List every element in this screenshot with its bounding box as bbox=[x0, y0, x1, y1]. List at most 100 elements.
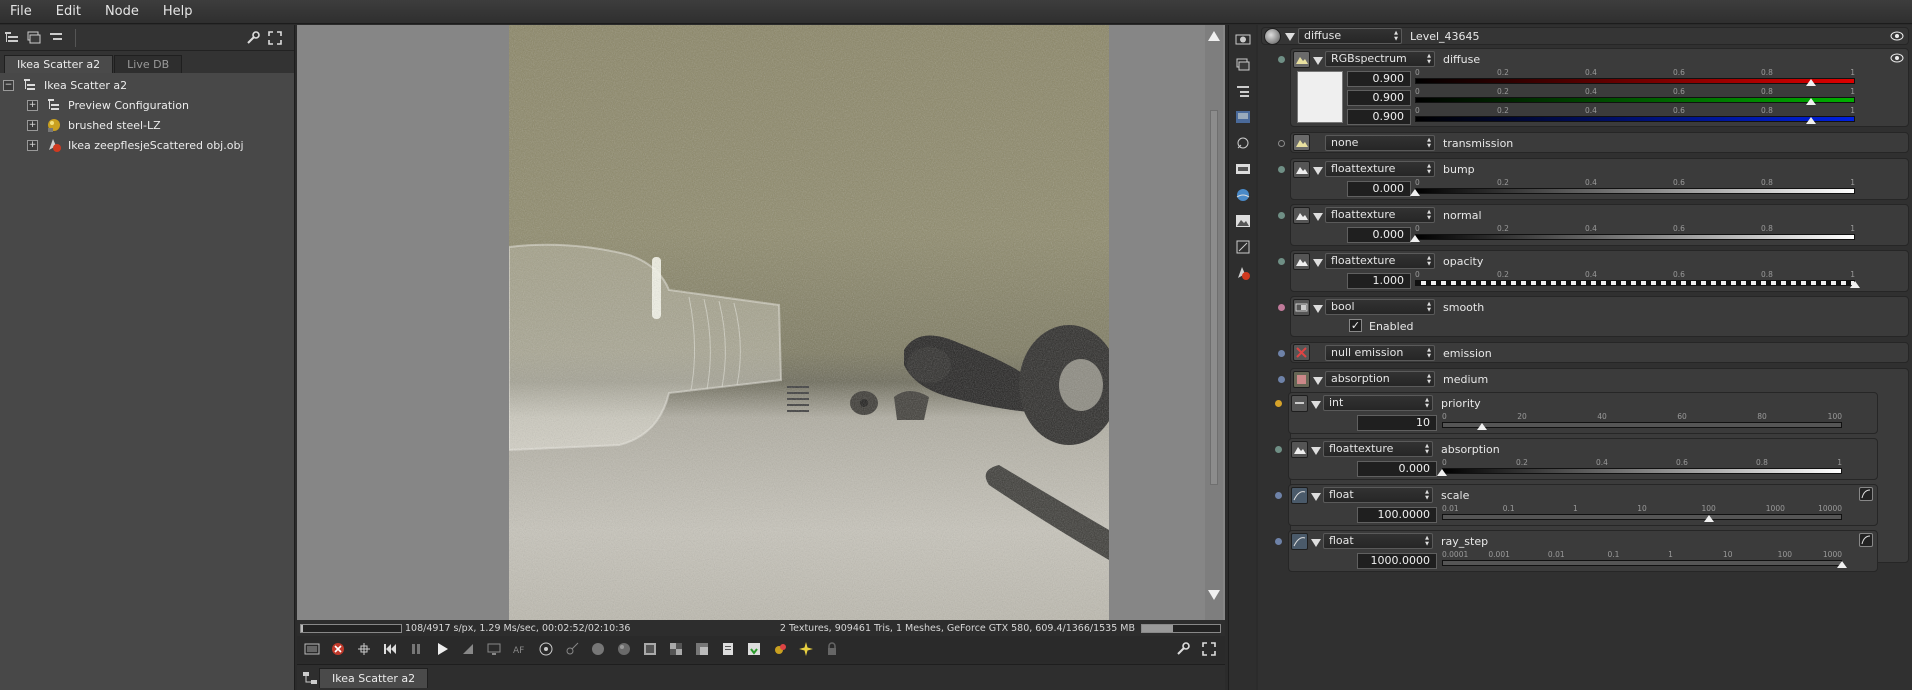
list-icon[interactable] bbox=[1234, 82, 1252, 100]
slider-handle[interactable] bbox=[1850, 281, 1860, 288]
scrollbar-thumb[interactable] bbox=[1210, 110, 1218, 485]
normal-value[interactable]: 0.000 bbox=[1347, 227, 1411, 243]
diffuse-g-value[interactable]: 0.900 bbox=[1347, 90, 1411, 106]
opacity-type-select[interactable]: floattexture bbox=[1325, 253, 1435, 269]
log-scale-icon[interactable] bbox=[1859, 487, 1873, 501]
absorption-value[interactable]: 0.000 bbox=[1357, 461, 1437, 477]
absorption-type-select[interactable]: floattexture bbox=[1323, 441, 1433, 457]
pin-dot[interactable] bbox=[1278, 166, 1285, 173]
viewport-scrollbar[interactable] bbox=[1205, 25, 1223, 620]
pin-dot[interactable] bbox=[1275, 446, 1282, 453]
bump-type-select[interactable]: floattexture bbox=[1325, 161, 1435, 177]
pick-focus-icon[interactable] bbox=[562, 640, 582, 658]
image-icon[interactable] bbox=[1234, 108, 1252, 126]
pin-dot[interactable] bbox=[1275, 400, 1282, 407]
collapse-icon[interactable] bbox=[1313, 213, 1323, 221]
collapse-icon[interactable] bbox=[1311, 401, 1321, 409]
play-icon[interactable] bbox=[432, 640, 452, 658]
transform-icon[interactable] bbox=[1234, 238, 1252, 256]
diffuse-g-slider[interactable]: 0 0.2 0.4 0.6 0.8 1 bbox=[1415, 87, 1855, 107]
slider-handle[interactable] bbox=[1437, 469, 1447, 476]
slider-track[interactable] bbox=[1415, 188, 1855, 194]
pin-dot[interactable] bbox=[1278, 304, 1285, 311]
tab-node-graph[interactable]: Ikea Scatter a2 bbox=[319, 667, 429, 688]
smooth-type-select[interactable]: bool bbox=[1325, 299, 1435, 315]
collapse-icon[interactable] bbox=[1313, 167, 1323, 175]
rewind-icon[interactable] bbox=[380, 640, 400, 658]
slider-handle[interactable] bbox=[1806, 79, 1816, 86]
slider-track[interactable] bbox=[1415, 234, 1855, 240]
slider-track[interactable] bbox=[1442, 468, 1842, 474]
list-icon[interactable] bbox=[47, 29, 65, 47]
log-scale-icon[interactable] bbox=[1859, 533, 1873, 547]
texture-icon[interactable] bbox=[1234, 212, 1252, 230]
fullscreen-icon[interactable] bbox=[266, 29, 284, 47]
opacity-value[interactable]: 1.000 bbox=[1347, 273, 1411, 289]
white-balance-icon[interactable] bbox=[536, 640, 556, 658]
slider-handle[interactable] bbox=[1806, 117, 1816, 124]
diffuse-b-slider[interactable]: 0 0.2 0.4 0.6 0.8 1 bbox=[1415, 106, 1855, 126]
background-icon[interactable] bbox=[692, 640, 712, 658]
stack-icon[interactable] bbox=[25, 29, 43, 47]
normal-slider[interactable]: 0 0.2 0.4 0.6 0.8 1 bbox=[1410, 224, 1855, 244]
collapse-icon[interactable] bbox=[1311, 447, 1321, 455]
ray-step-value[interactable]: 1000.0000 bbox=[1357, 553, 1437, 569]
slider-handle[interactable] bbox=[1410, 235, 1420, 242]
slider-handle[interactable] bbox=[1477, 423, 1487, 430]
normal-type-select[interactable]: floattexture bbox=[1325, 207, 1435, 223]
diffuse-type-select[interactable]: RGBspectrum bbox=[1325, 51, 1435, 67]
slider-track[interactable] bbox=[1442, 560, 1842, 566]
pin-dot[interactable] bbox=[1278, 258, 1285, 265]
medium-type-select[interactable]: absorption bbox=[1325, 371, 1435, 387]
tree-item-preview-configuration[interactable]: + Preview Configuration bbox=[0, 95, 294, 115]
collapse-icon[interactable]: − bbox=[3, 79, 14, 91]
pin-dot[interactable] bbox=[1275, 538, 1282, 545]
scroll-up-icon[interactable] bbox=[1208, 31, 1220, 41]
expand-icon[interactable]: + bbox=[27, 139, 38, 151]
material-type-select[interactable]: diffuse bbox=[1298, 28, 1402, 44]
float-texture-icon[interactable] bbox=[1293, 207, 1310, 224]
eye-icon[interactable] bbox=[1890, 30, 1904, 45]
ray-step-slider[interactable]: 0.0001 0.001 0.01 0.1 1 10 100 1000 bbox=[1442, 550, 1847, 570]
camera-view-icon[interactable] bbox=[302, 640, 322, 658]
slider-handle[interactable] bbox=[1410, 189, 1420, 196]
smooth-checkbox[interactable]: ✓ bbox=[1349, 319, 1362, 332]
slider-track[interactable] bbox=[1415, 280, 1855, 286]
collapse-icon[interactable] bbox=[1313, 377, 1323, 385]
collapse-icon[interactable] bbox=[1313, 259, 1323, 267]
pin-dot[interactable] bbox=[1278, 212, 1285, 219]
tree-item-brushed-steel[interactable]: + brushed steel-LZ bbox=[0, 115, 294, 135]
slider-track[interactable] bbox=[1415, 78, 1855, 84]
float-texture-icon[interactable] bbox=[1293, 161, 1310, 178]
priority-type-select[interactable]: int bbox=[1323, 395, 1433, 411]
tab-scene[interactable]: Ikea Scatter a2 bbox=[4, 55, 114, 73]
transmission-type-select[interactable]: none bbox=[1325, 135, 1435, 151]
scale-slider[interactable]: 0.01 0.1 1 10 100 1000 10000 bbox=[1442, 504, 1842, 524]
float-icon[interactable] bbox=[1291, 487, 1308, 504]
render-viewport[interactable] bbox=[297, 25, 1225, 620]
float-icon[interactable] bbox=[1291, 533, 1308, 550]
collapse-icon[interactable] bbox=[1311, 539, 1321, 547]
environment-icon[interactable] bbox=[1234, 186, 1252, 204]
lock-render-icon[interactable] bbox=[822, 640, 842, 658]
expand-icon[interactable]: + bbox=[27, 99, 38, 111]
clipboard-icon[interactable] bbox=[718, 640, 738, 658]
film-region-icon[interactable] bbox=[484, 640, 504, 658]
collapse-icon[interactable] bbox=[1313, 305, 1323, 313]
pin-dot[interactable] bbox=[1278, 350, 1285, 357]
bump-value[interactable]: 0.000 bbox=[1347, 181, 1411, 197]
slider-track[interactable] bbox=[1442, 514, 1842, 520]
recenter-icon[interactable] bbox=[354, 640, 374, 658]
tree-item-root[interactable]: − Ikea Scatter a2 bbox=[0, 75, 294, 95]
film-icon[interactable] bbox=[1234, 160, 1252, 178]
pin-dot[interactable] bbox=[1278, 140, 1285, 147]
object-picker-icon[interactable] bbox=[614, 640, 634, 658]
opacity-slider[interactable]: 0 0.2 0.4 0.6 0.8 1 bbox=[1415, 270, 1860, 290]
imager-icon[interactable] bbox=[1234, 134, 1252, 152]
render-image[interactable] bbox=[509, 25, 1109, 620]
pin-dot[interactable] bbox=[1278, 376, 1285, 383]
bool-icon[interactable] bbox=[1293, 299, 1310, 316]
tab-live-db[interactable]: Live DB bbox=[114, 55, 183, 73]
emission-type-select[interactable]: null emission bbox=[1325, 345, 1435, 361]
wrench-icon[interactable] bbox=[1173, 640, 1193, 658]
